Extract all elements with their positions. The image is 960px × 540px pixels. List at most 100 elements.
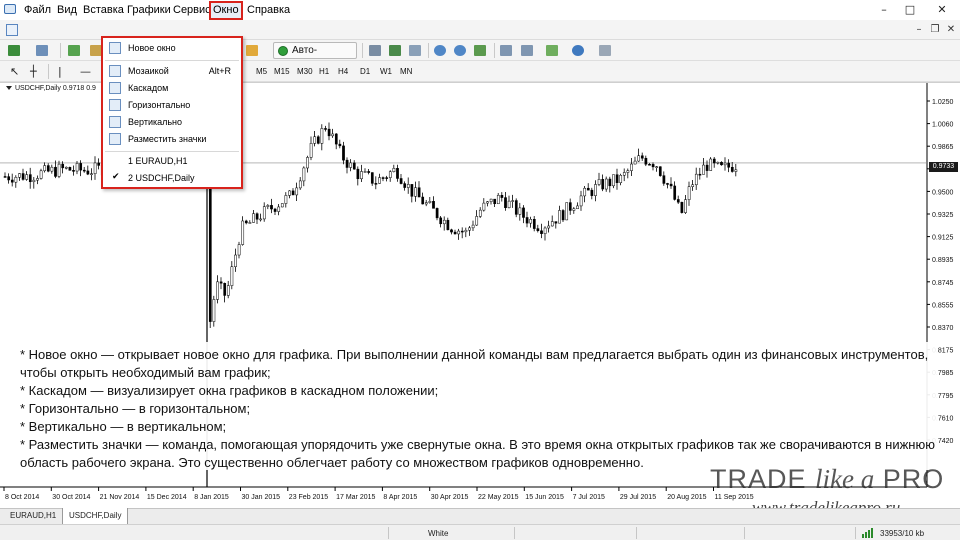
candle-body (432, 201, 435, 209)
timeframe-m5[interactable]: M5 (256, 65, 267, 78)
menu-tile-label: Мозаикой (128, 66, 169, 76)
candle-body (658, 166, 662, 176)
mdi-restore-button[interactable]: ❐ (928, 24, 942, 36)
periods-button[interactable] (570, 43, 586, 58)
candle-body (82, 169, 86, 172)
candle-body (540, 230, 543, 234)
candle-body (594, 184, 597, 196)
status-bar: White 33953/10 kb (0, 524, 960, 540)
tile-windows-button[interactable] (472, 43, 488, 58)
menu-charts[interactable]: Графики (127, 3, 171, 18)
new-chart-button[interactable] (6, 43, 22, 58)
candle-body (327, 128, 331, 137)
timeframe-w1[interactable]: W1 (380, 65, 392, 78)
candle-body (345, 159, 349, 168)
collapse-triangle-icon[interactable] (6, 86, 12, 91)
crosshair-icon[interactable]: ┼ (30, 65, 37, 78)
candle-body (93, 162, 97, 174)
timeframe-h1[interactable]: H1 (319, 65, 329, 78)
candle-body (370, 172, 374, 184)
mdi-close-button[interactable]: ✕ (944, 24, 958, 36)
new-chart-icon (8, 45, 20, 56)
mdi-minimize-button[interactable]: – (912, 24, 926, 36)
menu-window-2[interactable]: ✔ 2 USDCHF,Daily (103, 170, 241, 186)
candle-body (61, 163, 65, 169)
menu-insert[interactable]: Вставка (83, 3, 124, 18)
menu-file[interactable]: Файл (24, 3, 51, 18)
cursor-icon[interactable]: ↖ (10, 65, 19, 78)
time-tick-label: 20 Aug 2015 (667, 494, 706, 501)
candle-body (50, 166, 54, 172)
status-divider (388, 527, 389, 539)
menu-new-window[interactable]: Новое окно (103, 40, 241, 56)
menu-window-1[interactable]: 1 EURAUD,H1 (103, 153, 241, 169)
order-button[interactable] (244, 43, 260, 58)
minimize-window-button[interactable]: – (872, 2, 896, 18)
status-divider (744, 527, 745, 539)
autoscroll-button[interactable] (498, 43, 514, 58)
menu-arrange-icons[interactable]: Разместить значки (103, 131, 241, 147)
candle-body (511, 200, 515, 202)
candle-body (428, 201, 432, 203)
bar-chart-button[interactable] (367, 43, 383, 58)
timeframe-m30[interactable]: M30 (297, 65, 313, 78)
auto-trading-button[interactable]: Авто-торговля (273, 42, 357, 70)
candlestick-chart-button[interactable] (387, 43, 403, 58)
candle-body (518, 207, 522, 215)
candle-body (421, 196, 425, 205)
menu-tile[interactable]: Мозаикой Alt+R (103, 63, 241, 79)
timeframe-m15[interactable]: M15 (274, 65, 290, 78)
candle-body (730, 167, 734, 172)
menu-window[interactable]: Окно (209, 1, 243, 20)
candle-body (79, 163, 83, 171)
candle-body (669, 183, 673, 187)
chart-shift-button[interactable] (519, 43, 535, 58)
status-divider (855, 527, 856, 539)
timeframe-h4[interactable]: H4 (338, 65, 348, 78)
indicators-icon (546, 45, 558, 56)
candle-body (331, 133, 335, 137)
candle-body (399, 178, 403, 184)
candle-body (313, 136, 317, 144)
menu-separator (105, 151, 239, 152)
price-tick-label: 0.9865 (932, 144, 954, 151)
menu-help[interactable]: Справка (247, 3, 290, 18)
menu-cascade[interactable]: Каскадом (103, 80, 241, 96)
profiles-button[interactable] (34, 43, 50, 58)
tab-usdchf-daily[interactable]: USDCHF,Daily (62, 508, 129, 525)
candle-body (489, 198, 493, 202)
close-window-button[interactable]: ✕ (930, 2, 954, 18)
menu-horizontal[interactable]: Горизонтально (103, 97, 241, 113)
candle-body (723, 162, 727, 166)
horizontal-line-icon[interactable]: — (80, 65, 91, 78)
timeframe-d1[interactable]: D1 (360, 65, 370, 78)
indicators-button[interactable] (544, 43, 560, 58)
time-tick-label: 8 Apr 2015 (383, 494, 417, 501)
tab-euraud-h1[interactable]: EURAUD,H1 (4, 509, 64, 524)
chart-document-icon[interactable] (6, 24, 18, 36)
templates-button[interactable] (597, 43, 613, 58)
zoom-out-button[interactable] (452, 43, 468, 58)
vertical-line-icon[interactable]: | (58, 65, 62, 78)
order-icon (246, 45, 258, 56)
timeframe-mn[interactable]: MN (400, 65, 412, 78)
candle-body (338, 143, 342, 147)
zoom-in-button[interactable] (432, 43, 448, 58)
candle-body (277, 206, 281, 212)
candle-body (39, 170, 43, 179)
maximize-window-button[interactable]: □ (898, 2, 922, 18)
market-watch-button[interactable] (66, 43, 82, 58)
arrange-icons-icon (109, 133, 121, 145)
menu-vertical[interactable]: Вертикально (103, 114, 241, 130)
line-chart-button[interactable] (407, 43, 423, 58)
candle-body (655, 166, 659, 168)
menu-view[interactable]: Вид (57, 3, 77, 18)
candle-body (493, 198, 497, 205)
candle-body (43, 165, 47, 172)
candle-body (626, 170, 630, 173)
menu-tools[interactable]: Сервис (173, 3, 211, 18)
candle-body (424, 202, 428, 205)
menu-new-window-label: Новое окно (128, 43, 176, 53)
candle-body (475, 216, 479, 226)
candle-body (25, 174, 29, 180)
